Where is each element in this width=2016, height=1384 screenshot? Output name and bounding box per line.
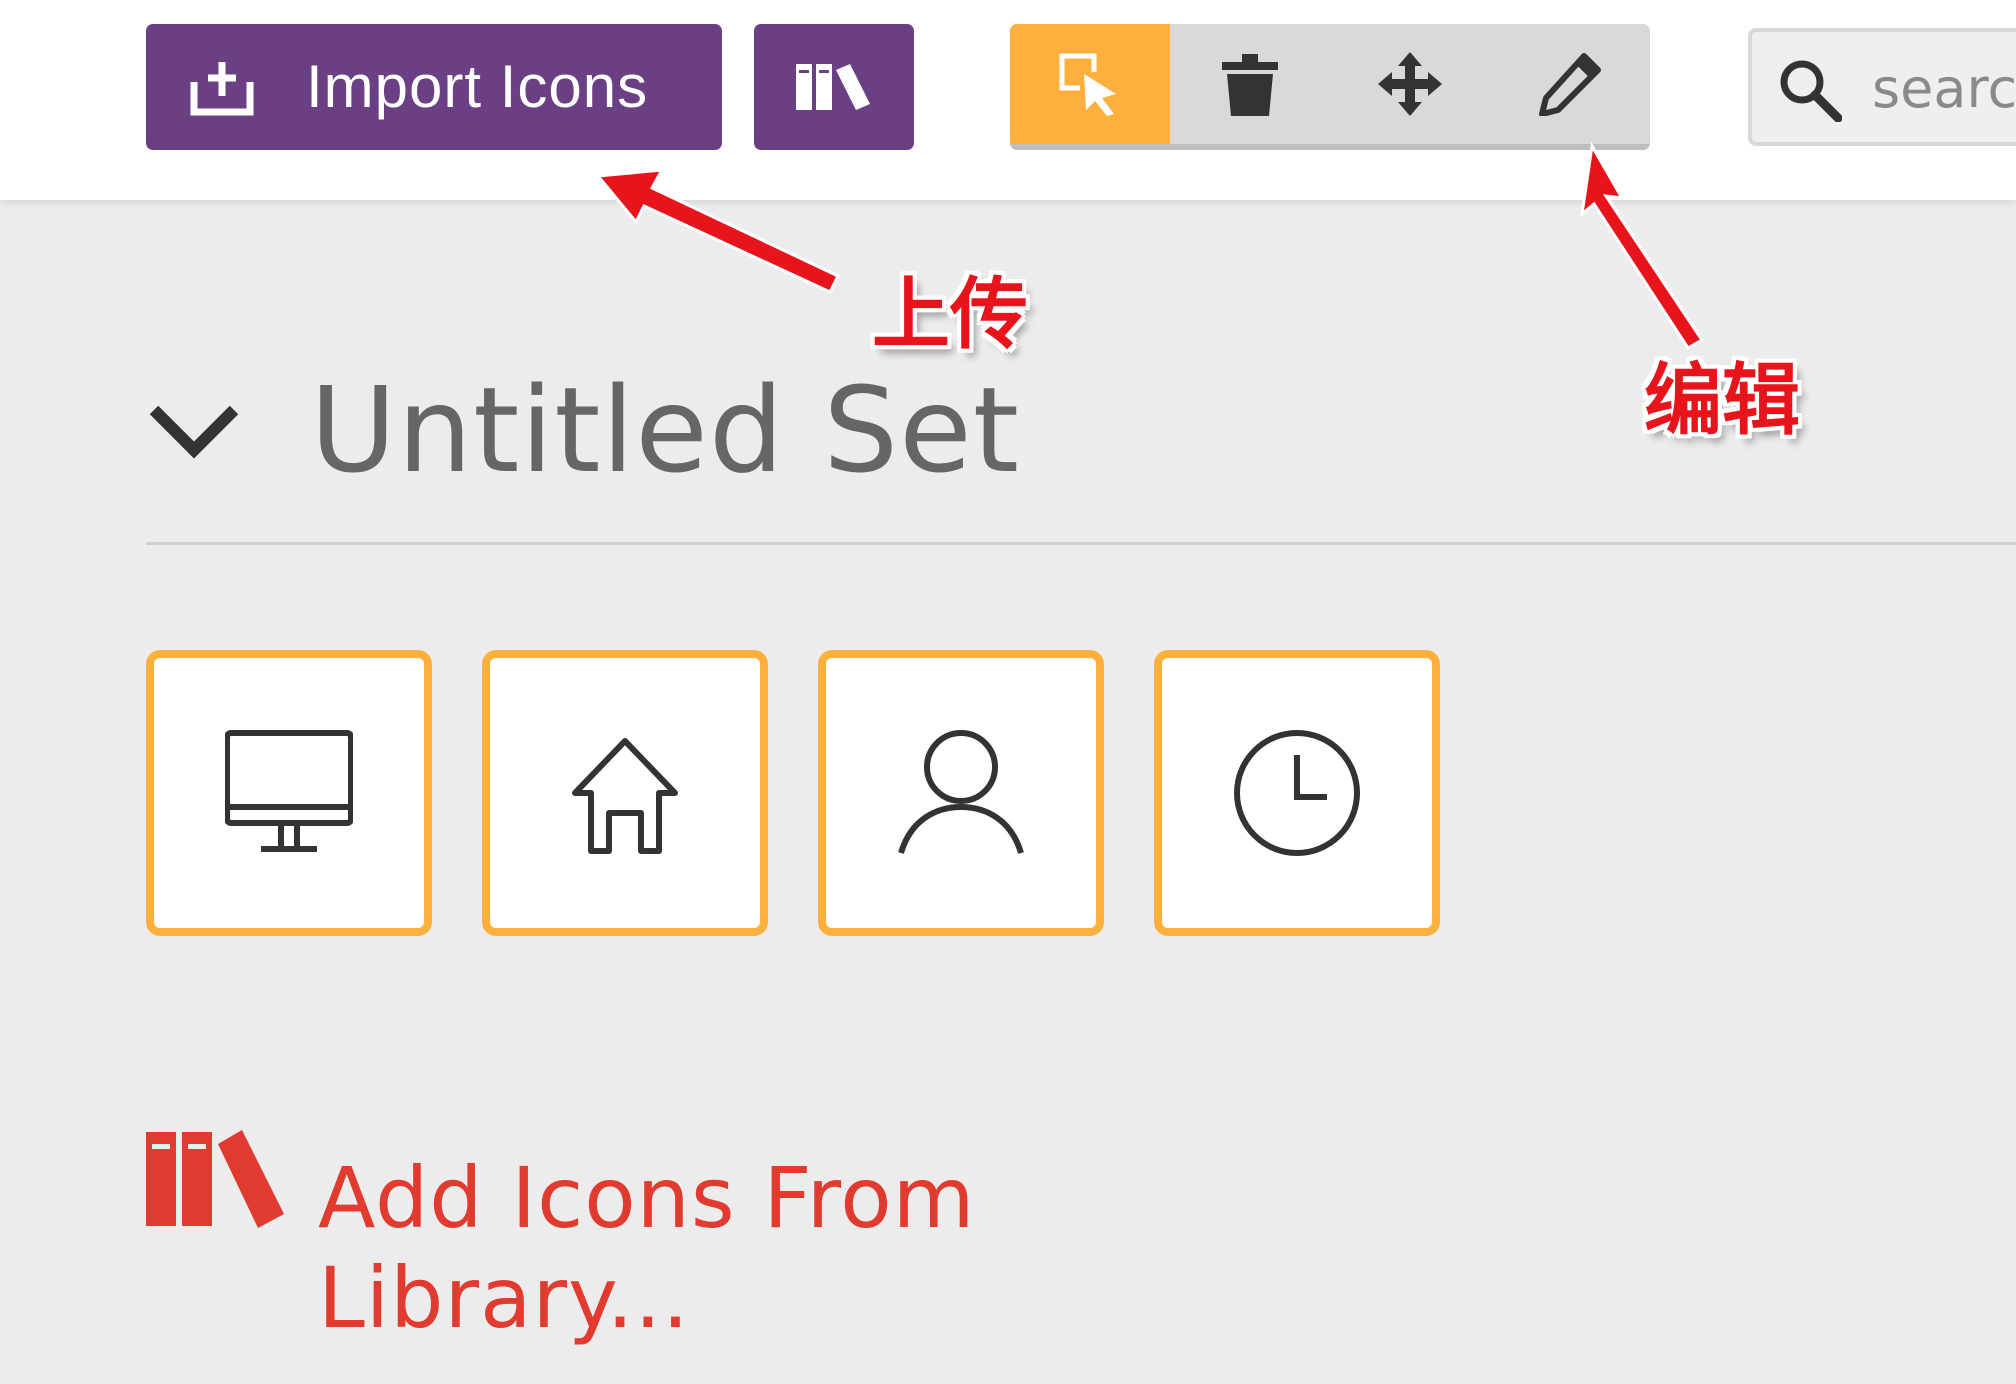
select-tool-button[interactable] [1010, 24, 1170, 144]
import-icons-label: Import Icons [306, 53, 649, 120]
import-icon [190, 62, 254, 116]
upload-annotation: 上传 [872, 270, 1029, 360]
delete-tool-button[interactable] [1170, 24, 1330, 144]
top-toolbar: Import Icons [0, 0, 2016, 200]
search-box [1748, 28, 2016, 146]
add-icons-from-library-label: Add Icons From Library... [318, 1149, 976, 1347]
set-title[interactable]: Untitled Set [310, 360, 1020, 500]
select-cursor-icon [1059, 53, 1116, 116]
chevron-down-icon[interactable] [146, 400, 242, 460]
import-icons-button[interactable]: Import Icons [146, 24, 722, 150]
monitor-icon [225, 730, 353, 852]
set-header: Untitled Set [146, 360, 2016, 500]
tool-group [1010, 24, 1650, 150]
search-icon [1780, 60, 1842, 122]
icon-tile-home[interactable] [482, 650, 768, 936]
pencil-icon [1539, 53, 1601, 116]
library-button[interactable] [754, 24, 914, 150]
icon-tile-monitor[interactable] [146, 650, 432, 936]
search-input[interactable] [1870, 50, 2016, 126]
add-icons-from-library-link[interactable]: Add Icons From Library... [146, 1126, 1346, 1347]
library-icon [796, 64, 870, 110]
user-icon [898, 730, 1024, 854]
trash-icon [1222, 54, 1278, 116]
move-arrows-icon [1378, 52, 1442, 116]
home-icon [572, 738, 678, 854]
library-icon [146, 1130, 284, 1228]
move-tool-button[interactable] [1330, 24, 1490, 144]
edit-tool-button[interactable] [1490, 24, 1650, 144]
set-divider [146, 542, 2016, 545]
clock-icon [1234, 730, 1360, 856]
icon-tile-clock[interactable] [1154, 650, 1440, 936]
icon-tile-user[interactable] [818, 650, 1104, 936]
